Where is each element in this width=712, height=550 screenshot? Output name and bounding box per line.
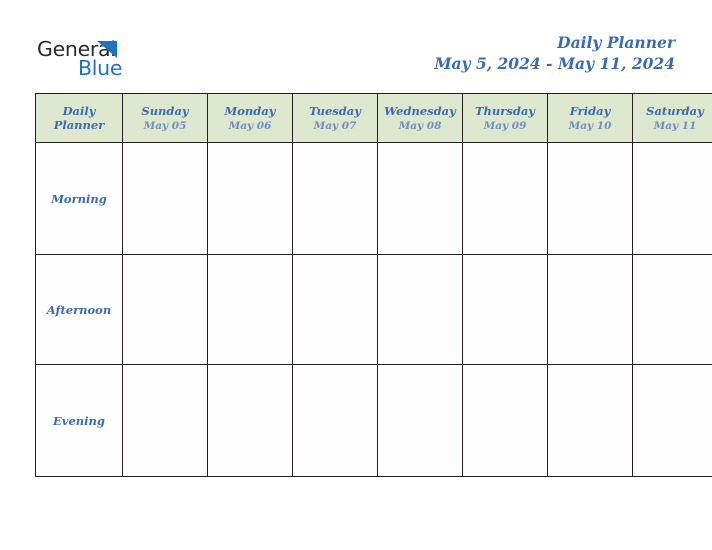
day-date-label: May 07 — [313, 119, 357, 132]
planner-row-morning: Morning — [35, 142, 712, 255]
slot-morning-sunday[interactable] — [122, 142, 208, 255]
row-label-afternoon: Afternoon — [35, 254, 123, 365]
slot-morning-thursday[interactable] — [462, 142, 548, 255]
row-label-text: Evening — [53, 413, 105, 428]
planner-table-head: Daily Planner Sunday May 05 Monday May 0… — [35, 93, 712, 143]
planner-title-block: Daily Planner May 5, 2024 - May 11, 2024 — [434, 32, 675, 75]
logo-text-blue: Blue — [78, 56, 123, 80]
row-label-evening: Evening — [35, 364, 123, 477]
row-label-morning: Morning — [35, 142, 123, 255]
day-header-thursday: Thursday May 09 — [462, 93, 548, 143]
day-header-saturday: Saturday May 11 — [632, 93, 712, 143]
day-name-label: Thursday — [475, 103, 535, 118]
slot-morning-friday[interactable] — [547, 142, 633, 255]
planner-table-body: Morning Afternoon Evening — [35, 142, 712, 477]
day-name-label: Monday — [224, 103, 276, 118]
slot-afternoon-monday[interactable] — [207, 254, 293, 365]
day-header-wednesday: Wednesday May 08 — [377, 93, 463, 143]
planner-row-evening: Evening — [35, 364, 712, 477]
day-header-friday: Friday May 10 — [547, 93, 633, 143]
day-name-label: Wednesday — [384, 103, 456, 118]
planner-row-afternoon: Afternoon — [35, 254, 712, 365]
row-label-text: Afternoon — [46, 302, 112, 317]
slot-afternoon-wednesday[interactable] — [377, 254, 463, 365]
day-name-label: Sunday — [141, 103, 189, 118]
corner-label-line1: Daily — [62, 104, 96, 118]
slot-evening-friday[interactable] — [547, 364, 633, 477]
day-date-label: May 06 — [228, 119, 272, 132]
page-title: Daily Planner — [557, 33, 675, 52]
slot-evening-wednesday[interactable] — [377, 364, 463, 477]
day-date-label: May 05 — [143, 119, 187, 132]
corner-label-line2: Planner — [53, 118, 105, 132]
slot-afternoon-tuesday[interactable] — [292, 254, 378, 365]
day-header-tuesday: Tuesday May 07 — [292, 93, 378, 143]
slot-evening-thursday[interactable] — [462, 364, 548, 477]
day-date-label: May 09 — [483, 119, 527, 132]
slot-afternoon-saturday[interactable] — [632, 254, 712, 365]
slot-morning-saturday[interactable] — [632, 142, 712, 255]
page-header: General Blue Daily Planner May 5, 2024 -… — [0, 0, 712, 93]
day-date-label: May 10 — [568, 119, 612, 132]
day-header-monday: Monday May 06 — [207, 93, 293, 143]
day-header-sunday: Sunday May 05 — [122, 93, 208, 143]
row-label-text: Morning — [51, 191, 107, 206]
slot-afternoon-thursday[interactable] — [462, 254, 548, 365]
slot-evening-saturday[interactable] — [632, 364, 712, 477]
slot-afternoon-friday[interactable] — [547, 254, 633, 365]
day-date-label: May 11 — [653, 119, 697, 132]
general-blue-logo[interactable]: General Blue — [37, 38, 217, 83]
planner-corner-header: Daily Planner — [35, 93, 123, 143]
slot-evening-monday[interactable] — [207, 364, 293, 477]
date-range-label: May 5, 2024 - May 11, 2024 — [434, 54, 675, 73]
daily-planner-table: Daily Planner Sunday May 05 Monday May 0… — [35, 93, 712, 477]
slot-morning-wednesday[interactable] — [377, 142, 463, 255]
slot-afternoon-sunday[interactable] — [122, 254, 208, 365]
slot-evening-tuesday[interactable] — [292, 364, 378, 477]
day-name-label: Friday — [569, 103, 611, 118]
slot-morning-tuesday[interactable] — [292, 142, 378, 255]
day-name-label: Saturday — [646, 103, 704, 118]
slot-evening-sunday[interactable] — [122, 364, 208, 477]
slot-morning-monday[interactable] — [207, 142, 293, 255]
day-date-label: May 08 — [398, 119, 442, 132]
day-name-label: Tuesday — [309, 103, 361, 118]
planner-header-row: Daily Planner Sunday May 05 Monday May 0… — [35, 93, 712, 143]
